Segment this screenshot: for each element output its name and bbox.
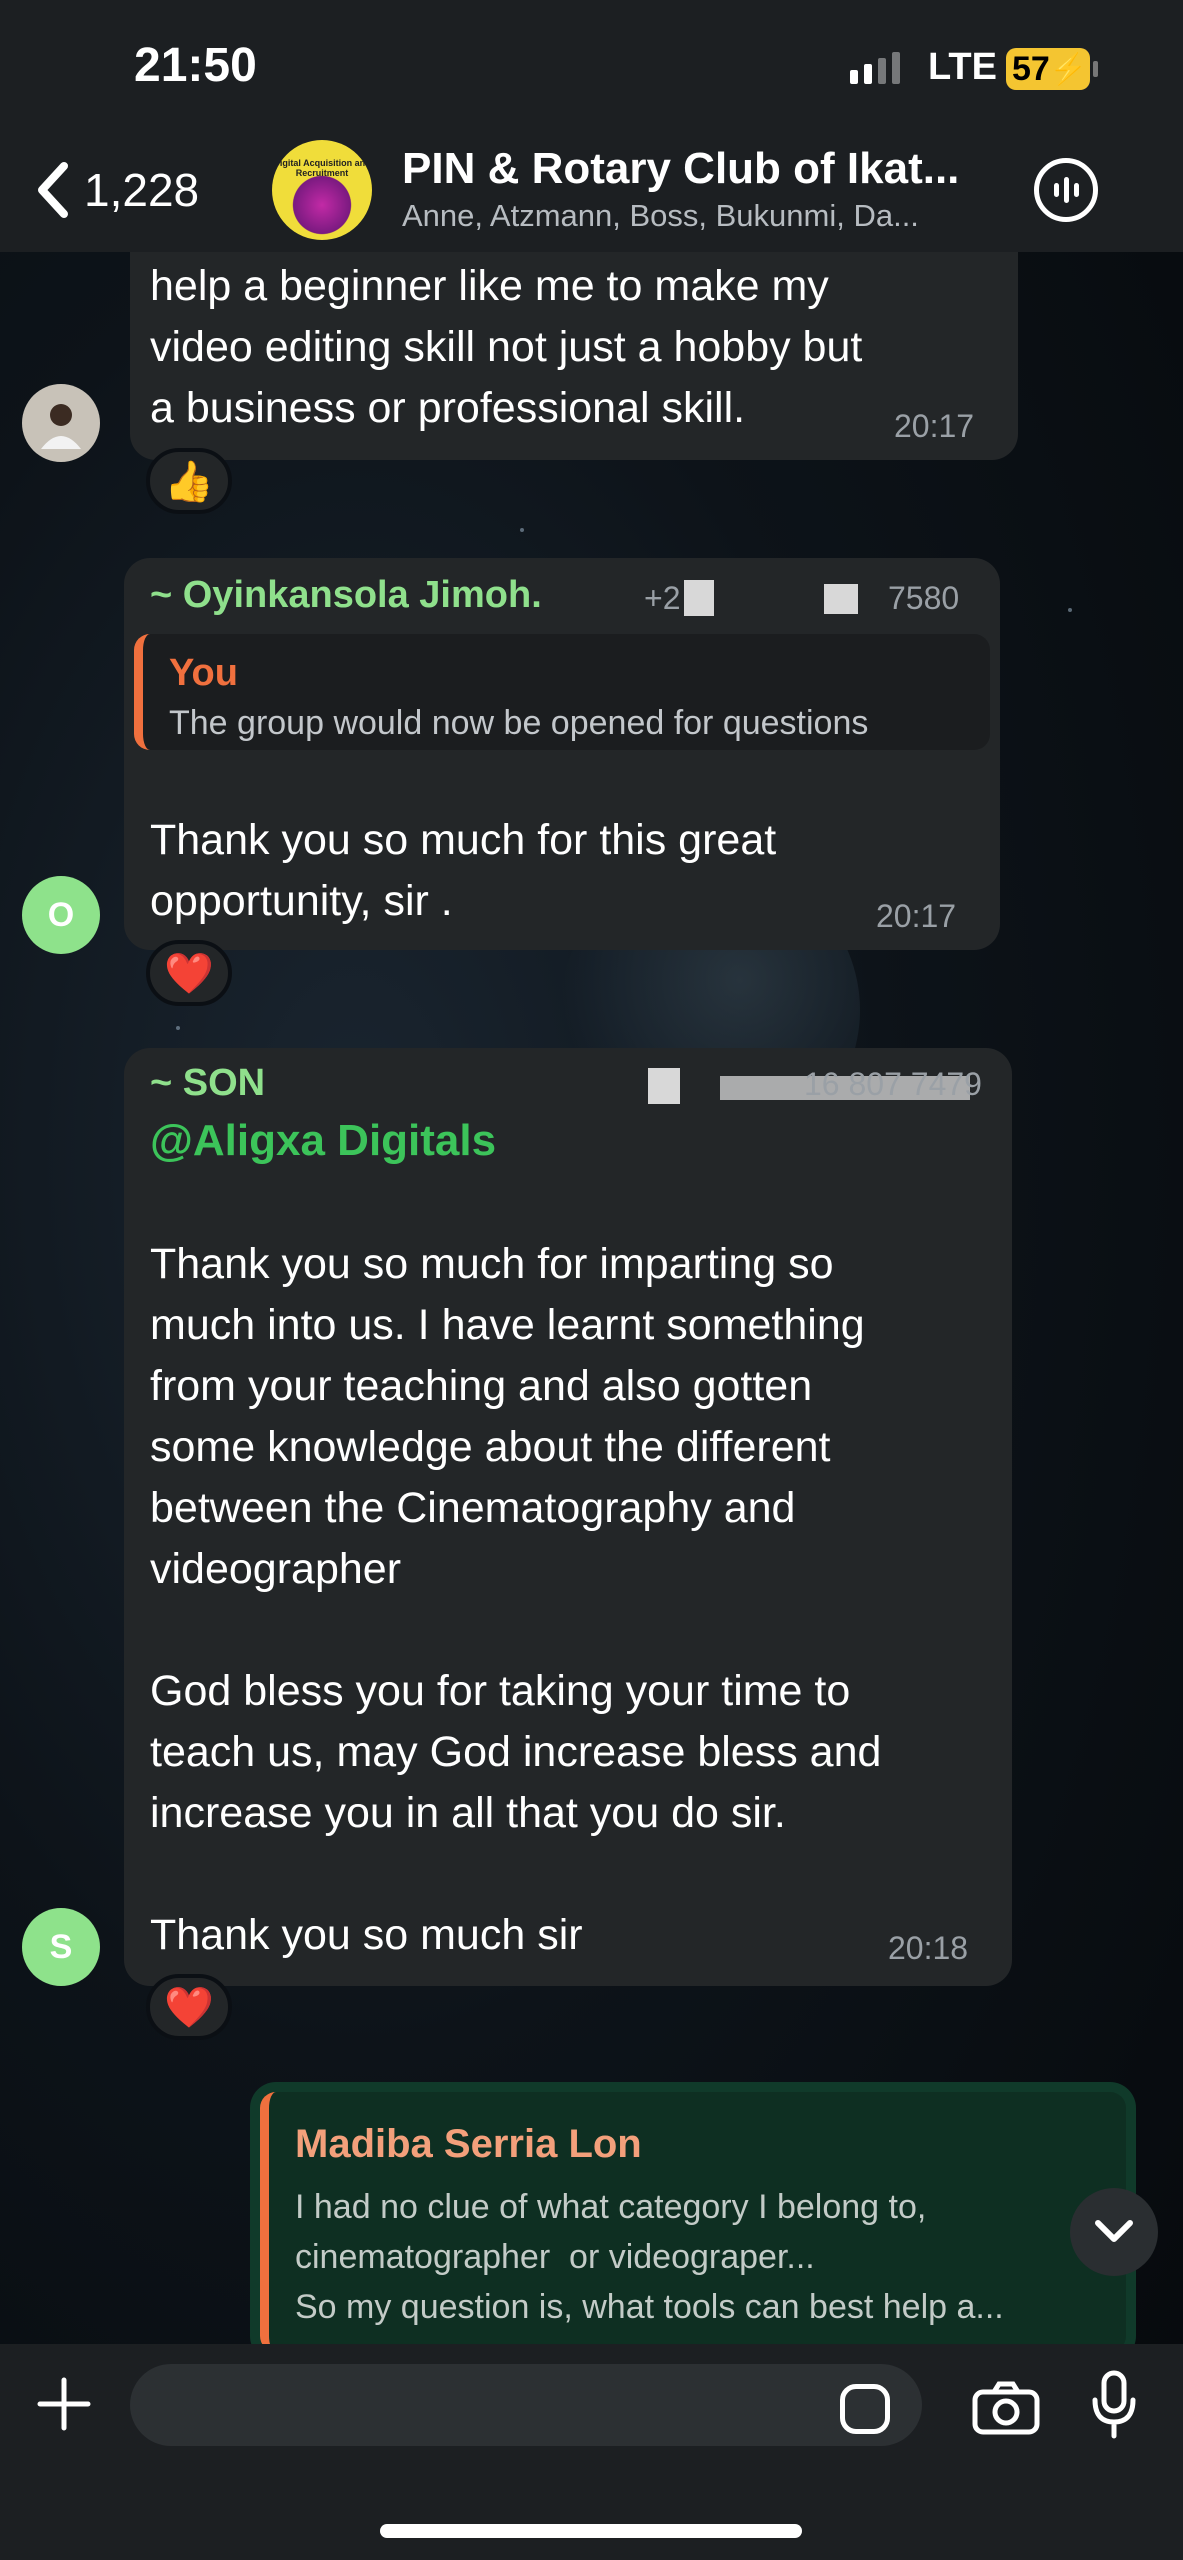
quoted-message[interactable]: Madiba Serria Lon I had no clue of what … (260, 2092, 1126, 2352)
reaction-badge[interactable]: 👍 (146, 448, 232, 514)
message-time: 20:17 (894, 408, 975, 444)
message-composer (0, 2344, 1183, 2560)
plus-icon[interactable] (36, 2376, 92, 2432)
quote-author: You (169, 652, 238, 694)
quote-author: Madiba Serria Lon (295, 2122, 642, 2166)
message-text: Thank you so much for this great opportu… (150, 816, 777, 925)
person-icon (41, 404, 81, 449)
message-input[interactable] (130, 2364, 922, 2446)
sender-name[interactable]: ~ SON (150, 1062, 265, 1105)
battery-level: 57 (1012, 49, 1050, 88)
quoted-message[interactable]: You The group would now be opened for qu… (134, 634, 990, 750)
redacted-mask (824, 584, 858, 614)
battery-icon: 57 ⚡ (1006, 48, 1098, 90)
reaction-badge[interactable]: ❤️ (146, 1974, 232, 2040)
status-time: 21:50 (134, 39, 257, 92)
mention-link[interactable]: @Aligxa Digitals (150, 1116, 496, 1166)
sender-avatar[interactable]: O (22, 876, 100, 954)
message-time: 20:18 (888, 1930, 969, 1966)
sender-avatar[interactable] (22, 384, 100, 462)
group-avatar-text: Digital Acquisition and Recruitment (273, 158, 371, 178)
group-members[interactable]: Anne, Atzmann, Boss, Bukunmi, Da... (402, 198, 919, 234)
voice-chat-button[interactable] (1034, 158, 1098, 222)
home-indicator (380, 2524, 802, 2538)
network-type: LTE (928, 46, 997, 88)
unread-count: 1,228 (84, 164, 200, 216)
chevron-down-icon (1095, 2220, 1133, 2242)
back-button[interactable]: 1,228 (34, 160, 199, 220)
chat-header: 1,228 Digital Acquisition and Recruitmen… (0, 140, 1183, 252)
quote-text: I had no clue of what category I belong … (295, 2188, 1004, 2326)
sticker-icon[interactable] (840, 2384, 890, 2434)
sender-phone: 16 807 7479 (804, 1066, 982, 1102)
reaction-badge[interactable]: ❤️ (146, 940, 232, 1006)
group-title[interactable]: PIN & Rotary Club of Ikat... (402, 144, 959, 194)
sender-phone: 7580 (888, 580, 960, 616)
outgoing-message-bubble[interactable]: Madiba Serria Lon I had no clue of what … (250, 2082, 1136, 2362)
group-avatar[interactable]: Digital Acquisition and Recruitment (272, 140, 372, 240)
microphone-icon[interactable] (1090, 2370, 1138, 2440)
wallpaper-star (176, 1026, 180, 1030)
camera-icon[interactable] (972, 2380, 1040, 2436)
chevron-left-icon (38, 162, 68, 218)
status-bar: 21:50 LTE 57 ⚡ (0, 0, 1183, 140)
quote-text: The group would now be opened for questi… (169, 704, 869, 742)
message-text: help a beginner like me to make my video… (150, 262, 863, 432)
signal-icon (850, 52, 900, 84)
wallpaper-star (520, 528, 524, 532)
scroll-to-bottom-button[interactable] (1070, 2188, 1158, 2276)
sender-phone-prefix: +2 (644, 580, 681, 616)
sender-name[interactable]: ~ Oyinkansola Jimoh. (150, 574, 542, 617)
redacted-mask (648, 1068, 680, 1104)
message-bubble[interactable]: ~ Oyinkansola Jimoh. +2 7580 You The gro… (124, 558, 1000, 950)
wallpaper-star (1068, 608, 1072, 612)
sender-avatar[interactable]: S (22, 1908, 100, 1986)
message-bubble[interactable]: ~ SON 16 807 7479 @Aligxa Digitals Thank… (124, 1048, 1012, 1986)
message-time: 20:17 (876, 898, 957, 934)
message-text: Thank you so much for imparting so much … (150, 1240, 882, 1959)
message-bubble[interactable]: help a beginner like me to make my video… (130, 230, 1018, 460)
redacted-mask (684, 580, 714, 616)
